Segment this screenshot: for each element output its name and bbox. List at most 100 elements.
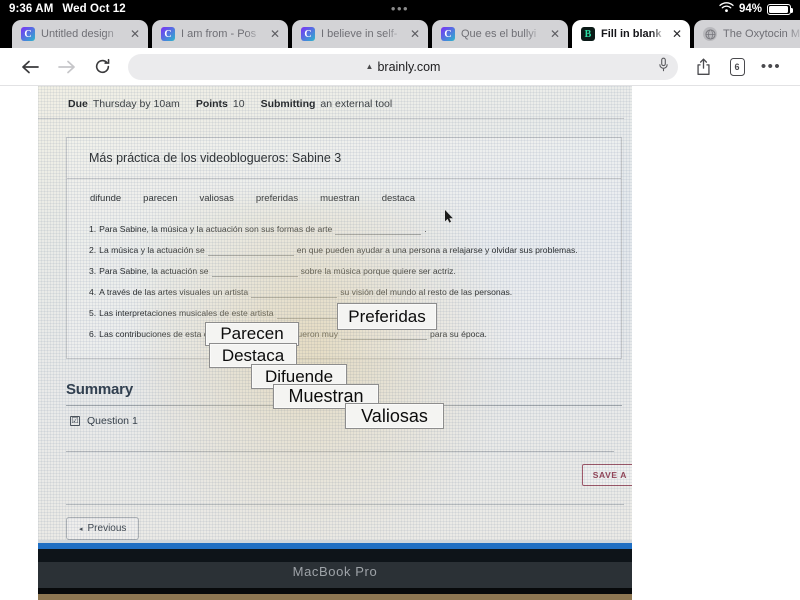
tab-title: I am from - Pos [181,28,257,40]
submitting-label: Submitting [260,98,316,110]
browser-tab[interactable]: The Oxytocin M ✕ [694,20,800,48]
browser-tab[interactable]: C I am from - Pos ✕ [152,20,288,48]
question-row: 2. La música y la actuación se en que pu… [89,245,607,256]
url-text: brainly.com [377,59,441,74]
question-text-before: La música y la actuación se [99,244,205,255]
status-time: 9:36 AM [9,3,54,15]
canva-icon: C [21,27,35,41]
tab-title: Fill in blank wor [601,28,665,40]
tab-title: Que es el bullyi [461,28,537,40]
previous-button-label: Previous [87,523,127,534]
question-text-after: su visión del mundo al resto de las pers… [340,286,513,297]
previous-button[interactable]: ◂ Previous [66,517,140,540]
question-number: 5. [89,307,97,318]
battery-icon [767,3,794,15]
question-text-before: Para Sabine, la actuación se [99,265,209,276]
assignment-due: Due Thursday by 10am [68,98,180,110]
answer-blank[interactable] [211,266,298,277]
question-row: 1. Para Sabine, la música y la actuación… [89,224,607,235]
question-list: 1. Para Sabine, la música y la actuación… [67,214,621,358]
question-number: 1. [89,223,97,234]
tab-title: I believe in self- [321,28,398,40]
close-icon[interactable]: ✕ [129,28,141,40]
tab-title: Untitled design [41,28,114,40]
question-text-before: Las interpretaciones musicales de este a… [99,307,274,318]
caret-left-icon: ◂ [79,525,83,533]
more-options-icon[interactable]: ••• [754,52,788,82]
question-number: 2. [89,244,97,255]
assignment-meta-bar: Due Thursday by 10am Points 10 Submittin… [38,90,624,119]
question-number: 3. [89,265,97,276]
question-text-after: para su época. [430,328,487,339]
back-arrow-icon[interactable] [12,52,48,82]
site-settings-icon[interactable]: ▲ [366,62,374,71]
tab-overview-button[interactable]: 6 [720,52,754,82]
more-dots: ••• [760,57,782,75]
browser-tab[interactable]: C Que es el bullyi ✕ [432,20,568,48]
word-bank-item[interactable]: destaca [382,193,415,204]
status-bar-right: 94% [719,2,794,16]
question-text-after: . [424,223,427,234]
globe-icon [703,27,717,41]
answer-blank[interactable] [335,224,422,235]
canva-icon: C [301,27,315,41]
question-row: 6. Las contribuciones de esta cantante y… [89,329,607,340]
answer-overlay-box: Preferidas [337,303,437,330]
answer-blank[interactable] [251,287,338,298]
close-icon[interactable]: ✕ [269,28,281,40]
canva-icon: C [161,27,175,41]
canvas-assignment-page: Due Thursday by 10am Points 10 Submittin… [38,86,632,600]
word-bank-item[interactable]: parecen [143,193,177,204]
question-row: 4. A través de las artes visuales un art… [89,287,607,298]
question-number: 6. [89,328,97,339]
mouse-pointer-icon [445,210,454,223]
browser-tab-active[interactable]: B Fill in blank wor ✕ [572,20,690,48]
answer-overlay-box: Valiosas [345,403,444,429]
question-number: 4. [89,286,97,297]
question-row: 3. Para Sabine, la actuación se sobre la… [89,266,607,277]
canva-icon: C [441,27,455,41]
assignment-points: Points 10 [196,98,245,110]
close-icon[interactable]: ✕ [671,28,683,40]
status-bar-left: 9:36 AM Wed Oct 12 [9,3,126,15]
laptop-bezel: MacBook Pro [38,540,632,600]
tab-count: 6 [729,57,745,76]
word-bank-item[interactable]: valiosas [200,193,234,204]
forward-arrow-icon[interactable] [48,52,84,82]
wifi-icon [719,2,734,16]
brainly-icon: B [581,27,595,41]
answer-blank[interactable] [341,329,428,340]
ios-status-bar: 9:36 AM Wed Oct 12 ••• 94% [0,0,800,18]
status-date: Wed Oct 12 [62,3,126,15]
share-icon[interactable] [686,52,720,82]
question-text-after: sobre la música porque quiere ser actriz… [300,265,456,276]
browser-tab-strip: C Untitled design ✕ C I am from - Pos ✕ … [0,18,800,48]
browser-tab[interactable]: C I believe in self- ✕ [292,20,428,48]
browser-toolbar: ▲ brainly.com 6 ••• [0,48,800,86]
submitting-value: an external tool [320,98,393,110]
summary-item[interactable]: ☑ Question 1 [66,406,622,427]
close-icon[interactable]: ✕ [409,28,421,40]
assignment-submitting: Submitting an external tool [261,98,393,110]
reload-icon[interactable] [84,52,120,82]
page-viewport: Due Thursday by 10am Points 10 Submittin… [0,86,800,600]
word-bank-item[interactable]: preferidas [256,193,298,204]
question-text-before: Para Sabine, la música y la actuación so… [99,223,333,234]
address-bar-content: ▲ brainly.com [366,60,441,74]
word-bank-item[interactable]: difunde [90,193,121,204]
answer-blank[interactable] [207,245,294,256]
activity-title: Más práctica de los videoblogueros: Sabi… [67,138,621,179]
question-text-after: en que pueden ayudar a una persona a rel… [296,244,578,255]
word-bank: difunde parecen valiosas preferidas mues… [67,179,621,214]
word-bank-item[interactable]: muestran [320,193,360,204]
pagination-row: ◂ Previous [38,505,632,540]
save-row: SAVE A [66,452,632,486]
address-bar[interactable]: ▲ brainly.com [128,53,678,80]
laptop-screen-photo: Due Thursday by 10am Points 10 Submittin… [38,86,632,600]
save-answer-button[interactable]: SAVE A [581,464,632,486]
checkbox-icon[interactable]: ☑ [70,416,80,426]
close-icon[interactable]: ✕ [549,28,561,40]
browser-tab[interactable]: C Untitled design ✕ [12,20,148,48]
tab-title: The Oxytocin M [723,28,800,40]
microphone-icon[interactable] [659,57,668,76]
